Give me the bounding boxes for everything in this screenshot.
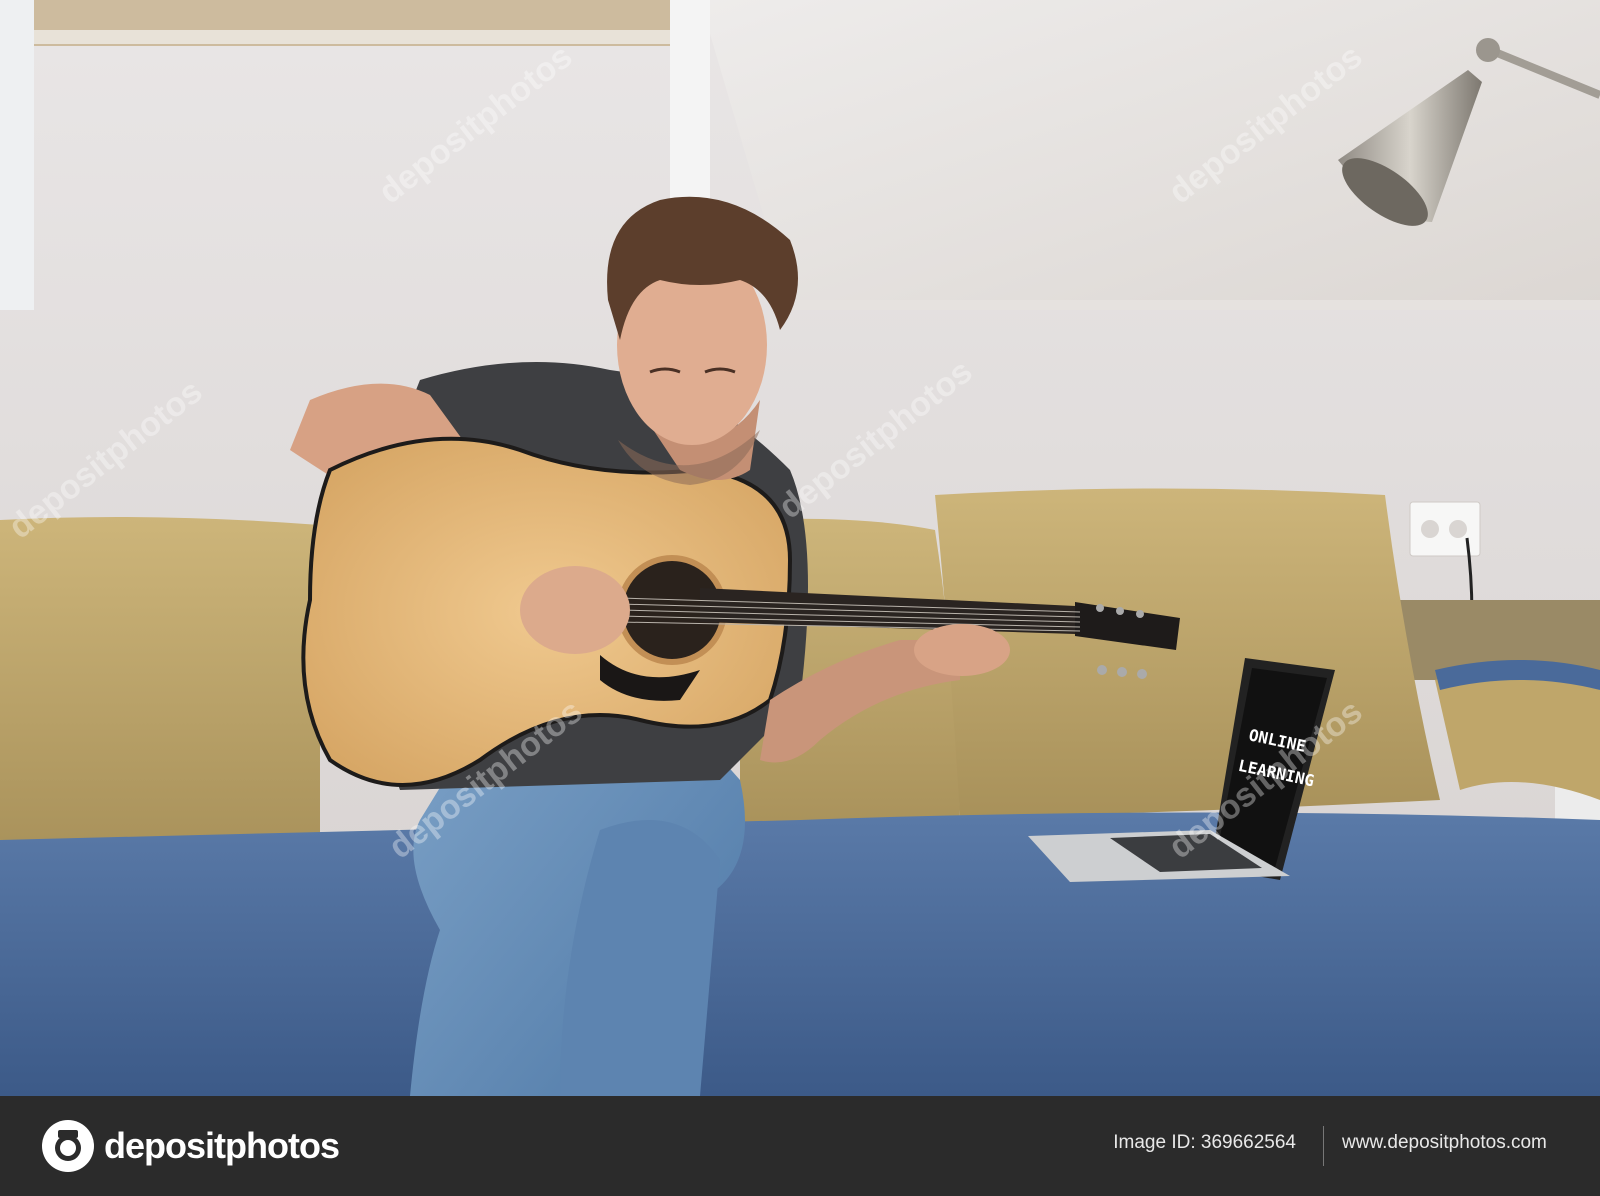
sofa-cushion-left: [0, 516, 320, 860]
ceiling-trim: [790, 300, 1600, 310]
stock-photo: ONLINE LEARNING depositphotos depositpho…: [0, 0, 1600, 1096]
footer-divider: [1323, 1126, 1324, 1166]
brand[interactable]: depositphotos: [40, 1118, 340, 1174]
brand-name: depositphotos: [104, 1125, 340, 1166]
sloped-ceiling: [700, 0, 1600, 305]
window-frame: [0, 0, 34, 310]
camera-logo-icon: [42, 1120, 94, 1172]
site-url-link[interactable]: www.depositphotos.com: [1342, 1132, 1547, 1154]
sofa-armrest: [1435, 672, 1600, 800]
right-hand: [520, 566, 630, 654]
sofa-seat: [0, 812, 1600, 1096]
left-hand: [914, 624, 1010, 676]
image-id: Image ID: 369662564: [1113, 1132, 1296, 1153]
photo-scene: ONLINE LEARNING depositphotos depositpho…: [0, 0, 1600, 1096]
sofa-cushion-right: [935, 488, 1440, 818]
stock-footer-bar: depositphotos Image ID: 369662564 www.de…: [0, 1096, 1600, 1196]
